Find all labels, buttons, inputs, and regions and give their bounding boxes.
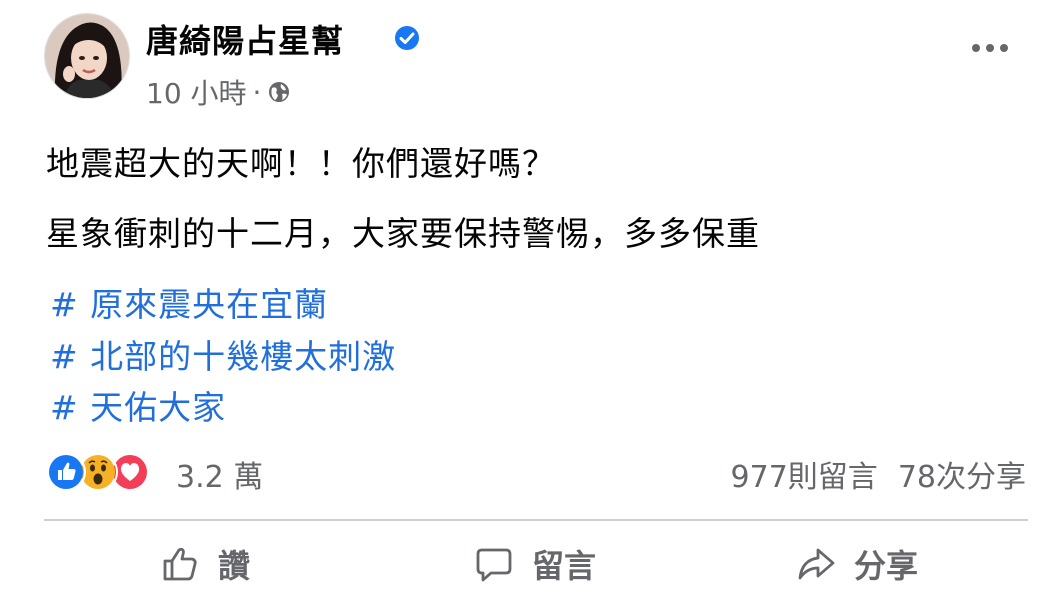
avatar[interactable] bbox=[44, 13, 130, 99]
reaction-count[interactable]: 3.2 萬 bbox=[176, 452, 263, 496]
timestamp[interactable]: 10 小時 bbox=[146, 72, 247, 112]
share-label: 分享 bbox=[854, 547, 919, 585]
like-label: 讚 bbox=[218, 547, 251, 585]
like-button[interactable]: 讚 bbox=[160, 540, 250, 588]
post-stats: 977則留言 78次分享 bbox=[731, 452, 1026, 496]
avatar-image bbox=[45, 14, 129, 98]
share-arrow-icon bbox=[798, 548, 835, 580]
post-text-line-2: 星象衝刺的十二月，大家要保持警惕，多多保重 bbox=[46, 214, 760, 253]
verified-badge-icon bbox=[395, 26, 419, 50]
comment-bubble-icon bbox=[476, 548, 512, 582]
comment-label: 留言 bbox=[532, 547, 597, 585]
post-text-line-1: 地震超大的天啊！！你們還好嗎？ bbox=[46, 144, 556, 183]
share-button[interactable]: 分享 bbox=[796, 540, 918, 588]
like-reaction-icon bbox=[46, 452, 86, 492]
meta-separator: · bbox=[252, 75, 262, 109]
hashtag-link-2[interactable]: # 北部的十幾樓太刺激 bbox=[50, 330, 396, 378]
thumbs-up-icon bbox=[163, 547, 197, 581]
globe-icon[interactable] bbox=[267, 80, 291, 104]
reaction-icons[interactable] bbox=[46, 452, 150, 492]
author-name[interactable]: 唐綺陽占星幫 bbox=[146, 16, 344, 62]
share-count[interactable]: 78次分享 bbox=[898, 452, 1026, 496]
more-options-icon[interactable] bbox=[968, 36, 1012, 60]
post-meta: 10 小時 · bbox=[146, 72, 291, 112]
hashtag-link-1[interactable]: # 原來震央在宜蘭 bbox=[50, 278, 328, 326]
comment-button[interactable]: 留言 bbox=[474, 540, 596, 588]
hashtag-link-3[interactable]: # 天佑大家 bbox=[50, 381, 226, 429]
comment-count[interactable]: 977則留言 bbox=[731, 452, 878, 496]
divider bbox=[44, 519, 1028, 521]
facebook-post: 唐綺陽占星幫 10 小時 · 地震超大的天啊！！你們還好嗎？ 星象衝刺的十二月，… bbox=[0, 0, 1060, 596]
